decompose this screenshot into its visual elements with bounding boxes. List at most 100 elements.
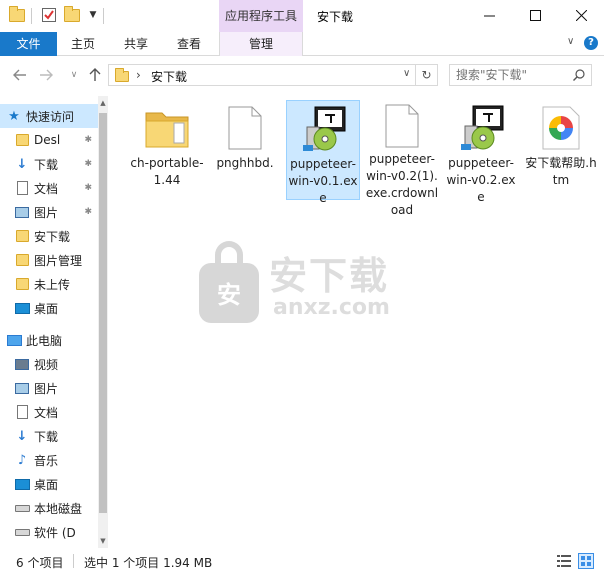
sidebar-item-label: 音乐 xyxy=(34,453,59,468)
search-icon[interactable] xyxy=(573,69,585,81)
music-note-icon: ♪ xyxy=(17,452,27,468)
tab-view[interactable]: 查看 xyxy=(177,32,201,56)
picture-icon xyxy=(14,380,30,396)
sidebar-item-anxiazai[interactable]: 安下载 xyxy=(0,224,98,248)
sidebar-item-label: 软件 (D xyxy=(34,525,76,540)
file-item-installer[interactable]: puppeteer-win-v0.2.exe xyxy=(444,100,518,204)
sidebar-item-label: 本地磁盘 xyxy=(34,501,83,516)
sidebar-item-videos[interactable]: 视频 xyxy=(0,352,98,376)
properties-icon[interactable] xyxy=(40,6,58,24)
folder-icon xyxy=(8,5,26,24)
blank-file-icon xyxy=(221,104,269,152)
maximize-button[interactable] xyxy=(512,0,558,30)
shield-logo-icon: 安 xyxy=(199,241,259,323)
sidebar-item-desktop-shortcut[interactable]: Desl ✱ xyxy=(0,128,98,152)
file-name: puppeteer-win-v0.2(1).exe.crdownload xyxy=(365,152,439,217)
breadcrumb[interactable]: 安下载 xyxy=(151,68,187,85)
back-button[interactable] xyxy=(10,65,30,85)
watermark-subtext: anxz.com xyxy=(273,295,390,320)
picture-icon xyxy=(14,204,30,220)
file-name: puppeteer-win-v0.2.exe xyxy=(446,156,516,204)
sidebar-item-label: 文档 xyxy=(34,405,59,420)
search-box[interactable] xyxy=(449,64,592,86)
selection-info: 选中 1 个项目 1.94 MB xyxy=(84,556,213,570)
document-icon xyxy=(14,180,30,196)
large-icons-view-icon[interactable] xyxy=(578,553,594,569)
sidebar-item-pictures[interactable]: 图片 ✱ xyxy=(0,200,98,224)
address-bar[interactable]: › 安下载 ∨ ↻ xyxy=(108,64,438,86)
sidebar-item-pc-pictures[interactable]: 图片 xyxy=(0,376,98,400)
customize-toolbar-icon[interactable]: ▼ xyxy=(84,6,102,24)
item-count: 6 个项目 xyxy=(16,556,64,570)
sidebar-item-pc-downloads[interactable]: ↓ 下载 xyxy=(0,424,98,448)
tab-home[interactable]: 主页 xyxy=(71,32,95,56)
navigation-bar: ∨ › 安下载 ∨ ↻ xyxy=(0,57,604,93)
pin-icon: ✱ xyxy=(84,135,92,145)
navigation-pane: ★ 快速访问 Desl ✱ ↓ 下载 ✱ 文档 ✱ 图片 ✱ 安下载 图片管理 … xyxy=(0,96,108,548)
sidebar-item-pc-documents[interactable]: 文档 xyxy=(0,400,98,424)
file-item-folder[interactable]: ch-portable-1.44 xyxy=(130,100,204,200)
file-name: 安下载帮助.htm xyxy=(525,156,597,187)
divider xyxy=(103,8,104,24)
sidebar-item-local-disk[interactable]: 本地磁盘 xyxy=(0,496,98,520)
ribbon-tabs: 文件 主页 共享 查看 管理 ∨ ? xyxy=(0,32,604,56)
address-dropdown-icon[interactable]: ∨ xyxy=(403,68,410,79)
scroll-up-icon[interactable]: ▲ xyxy=(98,98,108,108)
context-tab-label: 应用程序工具 xyxy=(224,9,297,23)
minimize-button[interactable] xyxy=(466,0,512,30)
sidebar-item-label: 视频 xyxy=(34,357,59,372)
sidebar-item-label: 下载 xyxy=(34,157,59,172)
details-view-icon[interactable] xyxy=(557,555,571,567)
blank-file-icon xyxy=(378,104,426,148)
sidebar-item-label: 此电脑 xyxy=(26,333,63,348)
tab-file[interactable]: 文件 xyxy=(0,32,57,56)
sidebar-item-label: 图片 xyxy=(34,205,59,220)
sidebar-item-software-drive[interactable]: 软件 (D xyxy=(0,520,98,544)
sidebar-item-label: Desl xyxy=(34,133,61,147)
forward-button[interactable] xyxy=(36,65,56,85)
up-button[interactable] xyxy=(85,65,105,85)
sidebar-item-picture-manager[interactable]: 图片管理 xyxy=(0,248,98,272)
sidebar-scrollbar-thumb[interactable] xyxy=(99,113,107,513)
sidebar-item-label: 快速访问 xyxy=(26,109,75,124)
sidebar-item-this-pc[interactable]: 此电脑 xyxy=(0,328,98,352)
context-tab-header: 应用程序工具 xyxy=(219,0,303,32)
close-button[interactable] xyxy=(558,0,604,30)
video-icon xyxy=(14,356,30,372)
installer-icon xyxy=(457,104,505,152)
sidebar-item-desktop[interactable]: 桌面 xyxy=(0,296,98,320)
sidebar-item-label: 文档 xyxy=(34,181,59,196)
recent-locations-icon[interactable]: ∨ xyxy=(64,65,84,85)
sidebar-item-not-uploaded[interactable]: 未上传 xyxy=(0,272,98,296)
breadcrumb-separator: › xyxy=(136,68,141,82)
file-item-crdownload[interactable]: puppeteer-win-v0.2(1).exe.crdownload xyxy=(365,100,439,217)
sidebar-item-pc-desktop[interactable]: 桌面 xyxy=(0,472,98,496)
scroll-down-icon[interactable]: ▼ xyxy=(98,536,108,546)
folder-icon xyxy=(14,132,30,148)
computer-icon xyxy=(6,332,22,348)
divider xyxy=(73,554,74,568)
file-item-html[interactable]: 安下载帮助.htm xyxy=(524,100,598,200)
file-name: pnghhbd. xyxy=(216,156,274,170)
svg-text:安: 安 xyxy=(217,281,241,309)
new-folder-icon[interactable] xyxy=(63,5,81,24)
desktop-icon xyxy=(14,476,30,492)
sidebar-item-label: 未上传 xyxy=(34,277,71,292)
refresh-button[interactable]: ↻ xyxy=(415,65,437,85)
sidebar-item-label: 桌面 xyxy=(34,301,59,316)
pin-icon: ✱ xyxy=(84,183,92,193)
html-file-icon xyxy=(537,104,585,152)
sidebar-item-music[interactable]: ♪ 音乐 xyxy=(0,448,98,472)
divider xyxy=(31,8,32,24)
collapse-ribbon-icon[interactable]: ∨ xyxy=(567,36,574,47)
folder-icon xyxy=(14,252,30,268)
sidebar-item-documents[interactable]: 文档 ✱ xyxy=(0,176,98,200)
help-icon[interactable]: ? xyxy=(584,36,598,50)
tab-share[interactable]: 共享 xyxy=(124,32,148,56)
sidebar-item-quick-access[interactable]: ★ 快速访问 xyxy=(0,104,98,128)
search-input[interactable] xyxy=(456,67,566,83)
file-item-blank[interactable]: pnghhbd. xyxy=(208,100,282,200)
tab-manage[interactable]: 管理 xyxy=(219,32,303,56)
file-item-installer-selected[interactable]: puppeteer-win-v0.1.exe xyxy=(286,100,360,205)
sidebar-item-downloads[interactable]: ↓ 下载 ✱ xyxy=(0,152,98,176)
